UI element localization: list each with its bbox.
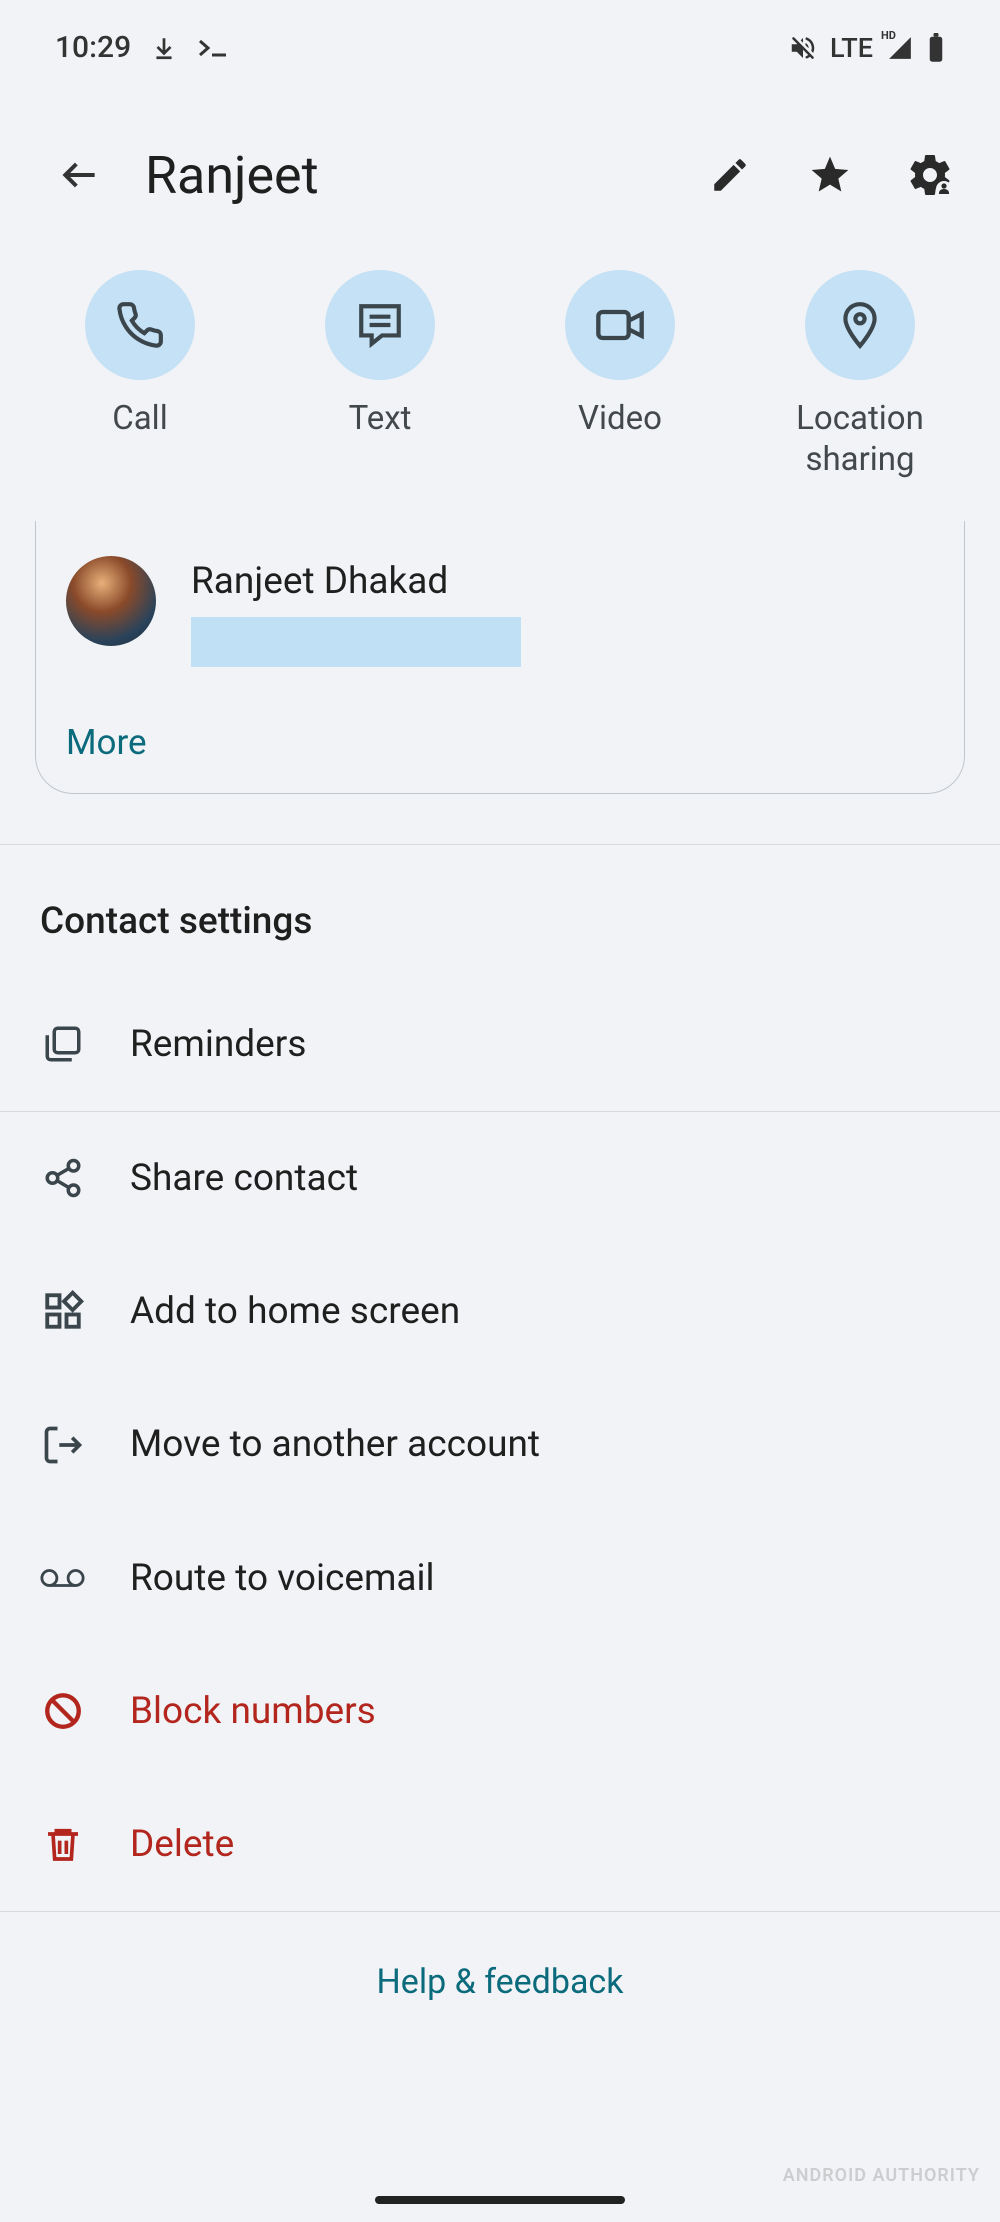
terminal-icon bbox=[197, 35, 231, 61]
linked-contact-card: Ranjeet Dhakad More bbox=[35, 521, 965, 794]
settings-header: Contact settings bbox=[0, 845, 1000, 978]
share-icon bbox=[42, 1157, 84, 1199]
location-circle bbox=[805, 270, 915, 380]
video-action[interactable]: Video bbox=[525, 270, 715, 481]
status-bar: 10:29 LTE HD bbox=[0, 0, 1000, 80]
app-bar: Ranjeet bbox=[0, 80, 1000, 240]
video-label: Video bbox=[578, 398, 662, 439]
voicemail-row[interactable]: Route to voicemail bbox=[0, 1512, 1000, 1645]
trash-icon bbox=[43, 1824, 83, 1864]
message-icon bbox=[355, 300, 405, 350]
watermark: ANDROID AUTHORITY bbox=[783, 2165, 980, 2186]
reminders-label: Reminders bbox=[130, 1023, 306, 1066]
call-label: Call bbox=[112, 398, 167, 439]
pencil-icon bbox=[709, 154, 751, 196]
avatar bbox=[66, 556, 156, 646]
nav-handle[interactable] bbox=[375, 2196, 625, 2204]
voicemail-label: Route to voicemail bbox=[130, 1557, 435, 1600]
share-row[interactable]: Share contact bbox=[0, 1112, 1000, 1245]
redacted-detail bbox=[191, 617, 521, 667]
battery-icon bbox=[927, 33, 945, 63]
favorite-button[interactable] bbox=[795, 140, 865, 210]
block-label: Block numbers bbox=[130, 1690, 376, 1733]
vibrate-icon bbox=[788, 33, 818, 63]
text-label: Text bbox=[349, 398, 412, 439]
edit-button[interactable] bbox=[695, 140, 765, 210]
quick-actions: Call Text Video Location sharing bbox=[0, 240, 1000, 491]
homescreen-row[interactable]: Add to home screen bbox=[0, 1245, 1000, 1378]
network-label: LTE bbox=[830, 32, 873, 64]
reminders-row[interactable]: Reminders bbox=[0, 978, 1000, 1111]
download-icon bbox=[151, 35, 177, 61]
status-left: 10:29 bbox=[55, 30, 231, 65]
video-icon bbox=[594, 299, 646, 351]
reminders-icon bbox=[42, 1023, 84, 1065]
homescreen-label: Add to home screen bbox=[130, 1290, 460, 1333]
widgets-icon bbox=[42, 1290, 84, 1332]
block-row[interactable]: Block numbers bbox=[0, 1645, 1000, 1778]
move-icon bbox=[41, 1423, 85, 1467]
move-label: Move to another account bbox=[130, 1423, 540, 1466]
call-circle bbox=[85, 270, 195, 380]
delete-label: Delete bbox=[130, 1823, 234, 1866]
linked-contact-name: Ranjeet Dhakad bbox=[191, 560, 521, 603]
call-action[interactable]: Call bbox=[45, 270, 235, 481]
location-icon bbox=[835, 300, 885, 350]
text-action[interactable]: Text bbox=[285, 270, 475, 481]
share-label: Share contact bbox=[130, 1157, 358, 1200]
back-button[interactable] bbox=[45, 140, 115, 210]
contact-settings-button[interactable] bbox=[895, 140, 965, 210]
more-button[interactable]: More bbox=[66, 722, 934, 763]
star-icon bbox=[808, 153, 852, 197]
gear-person-icon bbox=[906, 151, 954, 199]
move-account-row[interactable]: Move to another account bbox=[0, 1378, 1000, 1512]
linked-contact-row[interactable]: Ranjeet Dhakad bbox=[66, 556, 934, 667]
voicemail-icon bbox=[40, 1563, 85, 1593]
phone-icon bbox=[115, 300, 165, 350]
text-circle bbox=[325, 270, 435, 380]
location-action[interactable]: Location sharing bbox=[765, 270, 955, 481]
hd-badge: HD bbox=[881, 29, 896, 42]
page-title: Ranjeet bbox=[145, 145, 665, 206]
status-right: LTE HD bbox=[788, 32, 945, 64]
arrow-back-icon bbox=[58, 153, 102, 197]
status-time: 10:29 bbox=[55, 30, 131, 65]
delete-row[interactable]: Delete bbox=[0, 1778, 1000, 1911]
contact-settings-section: Contact settings Reminders Share contact… bbox=[0, 844, 1000, 2052]
location-label: Location sharing bbox=[796, 398, 924, 481]
block-icon bbox=[42, 1690, 84, 1732]
video-circle bbox=[565, 270, 675, 380]
help-feedback[interactable]: Help & feedback bbox=[0, 1912, 1000, 2052]
